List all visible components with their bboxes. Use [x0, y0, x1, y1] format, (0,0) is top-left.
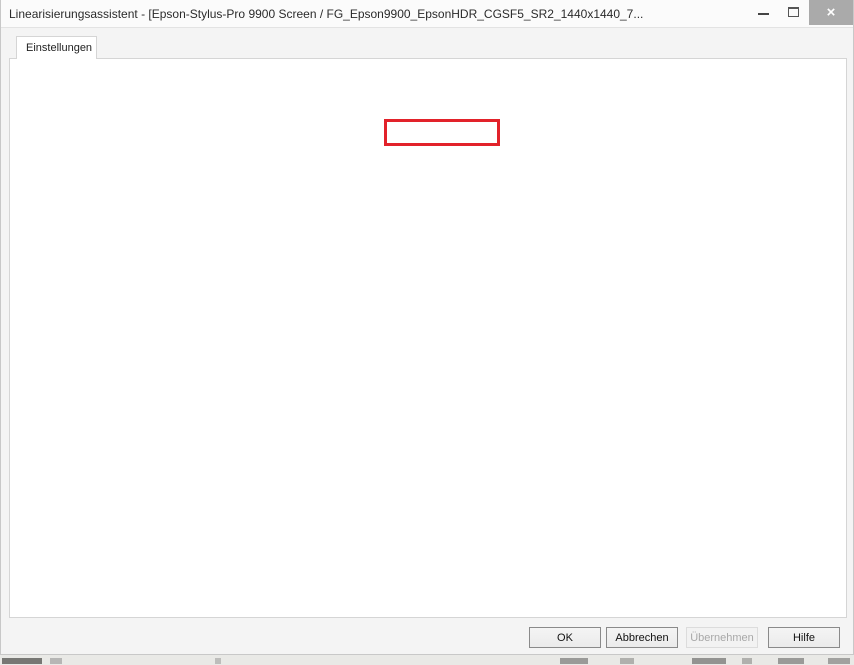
maximize-button[interactable] — [779, 0, 807, 25]
minimize-button[interactable] — [749, 0, 777, 25]
background-artifact — [620, 658, 634, 664]
window-title: Linearisierungsassistent - [Epson-Stylus… — [9, 7, 643, 21]
background-window-sliver — [0, 656, 854, 665]
help-button[interactable]: Hilfe — [768, 627, 840, 648]
background-artifact — [692, 658, 726, 664]
close-button[interactable]: × — [809, 0, 853, 25]
background-artifact — [828, 658, 850, 664]
title-bar: Linearisierungsassistent - [Epson-Stylus… — [1, 0, 853, 28]
minimize-icon — [758, 13, 769, 15]
tab-einstellungen[interactable]: Einstellungen — [16, 36, 97, 59]
maximize-icon — [788, 7, 799, 17]
background-artifact — [2, 658, 42, 664]
background-artifact — [560, 658, 588, 664]
background-artifact — [50, 658, 62, 664]
background-artifact — [778, 658, 804, 664]
close-icon: × — [827, 4, 836, 21]
apply-button[interactable]: Übernehmen — [686, 627, 758, 648]
ok-button[interactable]: OK — [529, 627, 601, 648]
cancel-button[interactable]: Abbrechen — [606, 627, 678, 648]
background-artifact — [215, 658, 221, 664]
background-artifact — [742, 658, 752, 664]
red-highlight-box — [384, 119, 500, 146]
dialog-window: Linearisierungsassistent - [Epson-Stylus… — [0, 0, 854, 655]
